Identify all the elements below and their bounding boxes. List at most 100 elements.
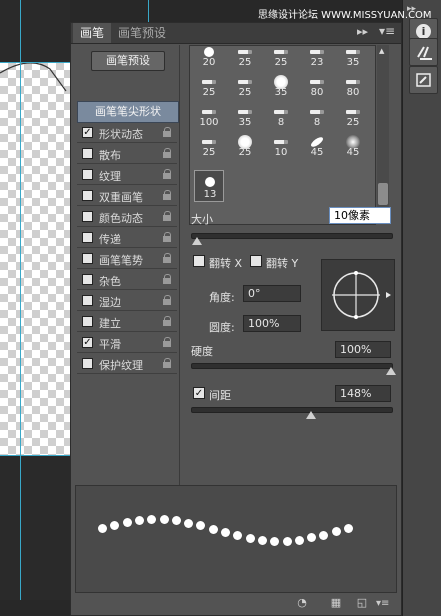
brush-preset-cell[interactable]: 80 (338, 74, 368, 100)
brush-preset-cell[interactable]: 35 (266, 74, 296, 100)
brush-size-number: 25 (346, 117, 360, 128)
brush-preset-cell[interactable]: 25 (266, 46, 296, 70)
brush-preset-cell[interactable]: 100 (194, 104, 224, 130)
unchecked-checkbox[interactable] (82, 190, 93, 201)
size-slider-knob[interactable] (192, 237, 202, 245)
document-canvas[interactable] (0, 0, 70, 600)
roundness-input[interactable]: 100% (243, 315, 301, 332)
brush-preset-cell[interactable]: 25 (230, 134, 260, 160)
unchecked-checkbox[interactable] (82, 232, 93, 243)
brush-preset-cell[interactable]: 45 (302, 134, 332, 160)
brush-preset-cell[interactable]: 35 (338, 46, 368, 70)
brush-preset-cell[interactable]: 25 (230, 46, 260, 70)
lock-icon[interactable] (163, 127, 171, 137)
stroke-preview-dot (270, 536, 280, 546)
brush-option-row[interactable]: 传递 (77, 228, 177, 248)
unchecked-checkbox[interactable] (82, 274, 93, 285)
brush-tip-shape-item[interactable]: 画笔笔尖形状 (77, 101, 179, 123)
stroke-preview-dot (221, 528, 230, 538)
brush-option-row[interactable]: ✓ 平滑 (77, 333, 177, 353)
brush-tip-grid[interactable]: 20 25 25 23 35 25 25 35 80 80 100 35 8 8 25 25 25 10 45 45 1… (189, 45, 376, 225)
angle-roundness-dial[interactable] (321, 259, 395, 331)
brush-option-label: 颜色动态 (99, 212, 143, 225)
brush-grid-scrollbar[interactable]: ▲ ▼ (377, 45, 389, 223)
toggle-live-tip-icon[interactable]: ◔ (295, 597, 309, 609)
lock-icon[interactable] (163, 358, 171, 368)
angle-input[interactable]: 0° (243, 285, 301, 302)
panel-menu-icon[interactable]: ▾≡ (379, 24, 395, 38)
spacing-slider-knob[interactable] (306, 411, 316, 419)
brush-panel-icon[interactable] (409, 38, 438, 66)
bottom-menu-icon[interactable]: ▾≡ (376, 598, 389, 609)
spacing-checkbox[interactable]: ✓ (193, 387, 205, 399)
brush-option-row[interactable]: 纹理 (77, 165, 177, 185)
spacing-input[interactable]: 148% (335, 385, 391, 402)
collapse-panel-icon[interactable]: ▸▸ (357, 25, 368, 38)
hardness-input[interactable]: 100% (335, 341, 391, 358)
size-slider[interactable] (191, 233, 393, 239)
scroll-up-icon[interactable]: ▲ (379, 47, 384, 55)
brush-presets-icon[interactable] (409, 66, 438, 94)
unchecked-checkbox[interactable] (82, 295, 93, 306)
scroll-thumb[interactable] (378, 183, 388, 205)
brush-option-row[interactable]: 杂色 (77, 270, 177, 290)
lock-icon[interactable] (163, 211, 171, 221)
lock-icon[interactable] (163, 337, 171, 347)
canvas-curve (0, 62, 67, 92)
brush-presets-button[interactable]: 画笔预设 (91, 51, 165, 71)
spacing-slider[interactable] (191, 407, 393, 413)
unchecked-checkbox[interactable] (82, 316, 93, 327)
brush-preset-cell[interactable]: 25 (194, 74, 224, 100)
flip-y-checkbox[interactable] (250, 255, 262, 267)
brush-stroke-preview (75, 485, 397, 593)
new-brush-icon[interactable]: ◱ (355, 597, 369, 609)
brush-preset-cell[interactable]: 20 (194, 46, 224, 70)
size-input[interactable]: 10像素 (329, 207, 391, 224)
brush-option-label: 保护纹理 (99, 359, 143, 372)
lock-icon[interactable] (163, 274, 171, 284)
tab-brush[interactable]: 画笔 (73, 23, 112, 43)
lock-icon[interactable] (163, 295, 171, 305)
brush-option-row[interactable]: 建立 (77, 312, 177, 332)
brush-preset-cell[interactable]: 25 (194, 134, 224, 160)
unchecked-checkbox[interactable] (82, 211, 93, 222)
brush-preset-cell[interactable]: 8 (266, 104, 296, 130)
lock-icon[interactable] (163, 190, 171, 200)
flip-x-checkbox[interactable] (193, 255, 205, 267)
brush-preset-cell[interactable]: 10 (266, 134, 296, 160)
tab-brush-presets[interactable]: 画笔预设 (111, 23, 173, 43)
checked-checkbox[interactable]: ✓ (82, 337, 93, 348)
brush-preset-cell[interactable]: 80 (302, 74, 332, 100)
brush-option-row[interactable]: 湿边 (77, 291, 177, 311)
brush-preset-cell[interactable]: 8 (302, 104, 332, 130)
grid-view-icon[interactable]: ▦ (329, 597, 343, 609)
hardness-slider-knob[interactable] (386, 367, 396, 375)
lock-icon[interactable] (163, 316, 171, 326)
unchecked-checkbox[interactable] (82, 169, 93, 180)
brush-preset-cell[interactable]: 45 (338, 134, 368, 160)
brush-option-row[interactable]: 双重画笔 (77, 186, 177, 206)
brush-option-row[interactable]: 保护纹理 (77, 354, 177, 374)
lock-icon[interactable] (163, 148, 171, 158)
brush-preset-cell[interactable]: 25 (338, 104, 368, 130)
brush-option-row[interactable]: 画笔笔势 (77, 249, 177, 269)
brush-option-row[interactable]: 散布 (77, 144, 177, 164)
brush-preset-cell[interactable]: 35 (230, 104, 260, 130)
checked-checkbox[interactable]: ✓ (82, 127, 93, 138)
brush-option-label: 纹理 (99, 170, 121, 183)
unchecked-checkbox[interactable] (82, 253, 93, 264)
brush-preset-cell[interactable]: 25 (230, 74, 260, 100)
stroke-preview-dot (294, 535, 304, 545)
lock-icon[interactable] (163, 253, 171, 263)
brush-option-row[interactable]: 颜色动态 (77, 207, 177, 227)
lock-icon[interactable] (163, 169, 171, 179)
stroke-preview-dot (233, 531, 243, 541)
lock-icon[interactable] (163, 232, 171, 242)
guide-line-horizontal (0, 62, 70, 63)
brush-preset-cell[interactable]: 13 (194, 170, 224, 202)
unchecked-checkbox[interactable] (82, 148, 93, 159)
brush-option-row[interactable]: ✓ 形状动态 (77, 123, 177, 143)
brush-preset-cell[interactable]: 23 (302, 46, 332, 70)
hardness-slider[interactable] (191, 363, 393, 369)
unchecked-checkbox[interactable] (82, 358, 93, 369)
